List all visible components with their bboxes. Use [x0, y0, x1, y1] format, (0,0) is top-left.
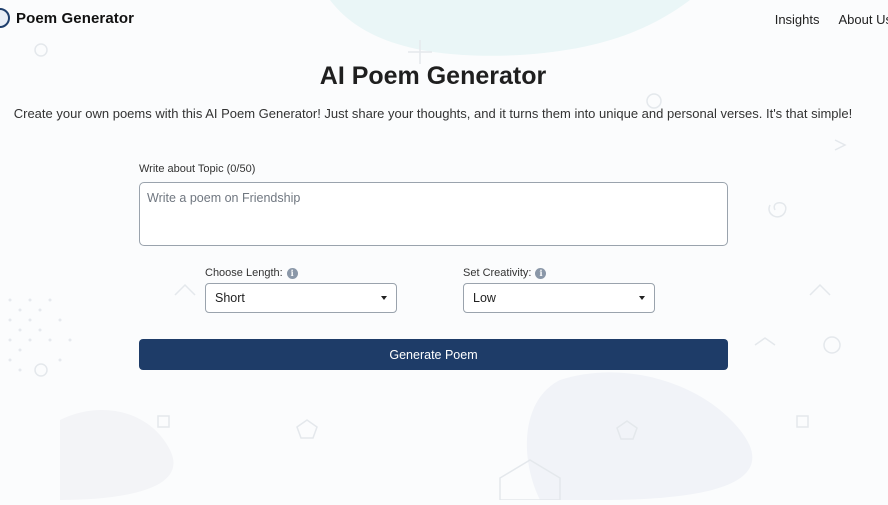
header: Poem Generator Insights About Us: [0, 0, 888, 40]
creativity-label-text: Set Creativity:: [463, 267, 532, 279]
length-select-value: Short: [215, 291, 245, 305]
topic-input[interactable]: [139, 182, 728, 246]
nav-link-insights[interactable]: Insights: [775, 12, 820, 27]
page-title: AI Poem Generator: [319, 62, 547, 90]
length-label-text: Choose Length:: [205, 267, 283, 279]
length-label: Choose Length: i: [205, 267, 298, 279]
creativity-select-value: Low: [473, 291, 496, 305]
length-select[interactable]: Short: [205, 283, 397, 313]
creativity-select[interactable]: Low: [463, 283, 655, 313]
chevron-down-icon: [381, 296, 387, 300]
page-subtitle: Create your own poems with this AI Poem …: [13, 106, 853, 121]
info-icon[interactable]: i: [286, 267, 298, 279]
top-nav: Insights About Us: [775, 12, 888, 27]
chevron-down-icon: [639, 296, 645, 300]
topic-label: Write about Topic (0/50): [139, 163, 255, 175]
topic-label-text: Write about Topic (0/50): [139, 163, 256, 175]
logo-icon: [0, 8, 10, 28]
nav-link-about-us[interactable]: About Us: [839, 12, 888, 27]
brand[interactable]: Poem Generator: [0, 8, 134, 28]
brand-name: Poem Generator: [16, 9, 135, 27]
creativity-label: Set Creativity: i: [463, 267, 547, 279]
generate-poem-button[interactable]: Generate Poem: [139, 339, 728, 370]
info-icon[interactable]: i: [535, 267, 547, 279]
